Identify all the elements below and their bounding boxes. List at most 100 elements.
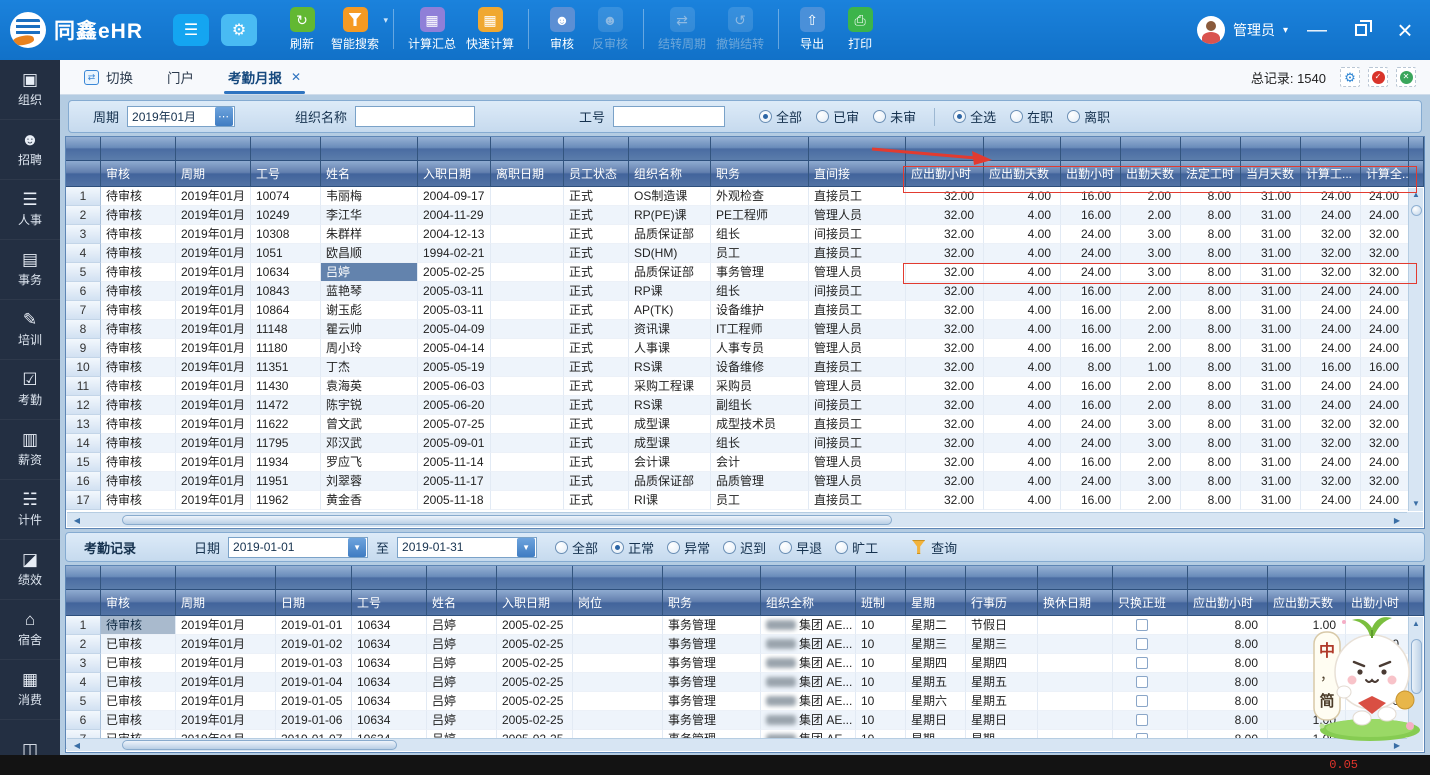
scroll-right-arrow[interactable]: ▶ — [1389, 513, 1405, 527]
query-button[interactable]: 查询 — [912, 538, 957, 557]
table-cell[interactable]: RS课 — [629, 358, 711, 377]
table-cell[interactable]: 周小玲 — [321, 339, 418, 358]
column-header[interactable]: 出勤小时 — [1346, 590, 1409, 616]
table-cell[interactable]: 正式 — [564, 434, 629, 453]
sidebar-item-training[interactable]: ✎培训 — [0, 300, 60, 360]
table-cell[interactable]: 2005-02-25 — [418, 263, 491, 282]
table-cell[interactable]: 待审核 — [101, 472, 176, 491]
table-row[interactable]: 13待审核2019年01月11622曾文武2005-07-25正式成型课成型技术… — [66, 415, 1424, 434]
checkbox-unchecked[interactable] — [1136, 714, 1148, 726]
table-cell[interactable]: 4.00 — [984, 244, 1061, 263]
table-cell[interactable] — [491, 491, 564, 510]
table-cell[interactable] — [491, 472, 564, 491]
column-header[interactable]: 应出勤小时 — [906, 161, 984, 187]
table-cell[interactable]: 8.00 — [1188, 673, 1268, 692]
radio-全选[interactable]: 全选 — [953, 107, 996, 126]
checkbox-unchecked[interactable] — [1136, 695, 1148, 707]
table-cell[interactable]: 2005-02-25 — [497, 711, 573, 730]
table-cell[interactable]: 集团 AE... — [761, 616, 856, 635]
table-cell[interactable]: 2005-04-09 — [418, 320, 491, 339]
table-cell[interactable]: 2019年01月 — [176, 187, 251, 206]
table-cell[interactable]: OS制造课 — [629, 187, 711, 206]
table-cell[interactable]: 32.00 — [906, 491, 984, 510]
table-cell[interactable]: 31.00 — [1241, 282, 1301, 301]
table-cell[interactable]: 4.00 — [984, 225, 1061, 244]
column-header[interactable]: 工号 — [352, 590, 427, 616]
table-cell[interactable]: 采购员 — [711, 377, 809, 396]
table-cell[interactable]: 24.00 — [1301, 377, 1361, 396]
table-row[interactable]: 2待审核2019年01月10249李江华2004-11-29正式RP(PE)课P… — [66, 206, 1424, 225]
scroll-thumb[interactable] — [122, 740, 397, 750]
table-cell[interactable]: 刘翠蓉 — [321, 472, 418, 491]
table-cell[interactable]: 待审核 — [101, 301, 176, 320]
table-cell[interactable]: 24.00 — [1361, 282, 1409, 301]
table-cell[interactable]: 31.00 — [1241, 358, 1301, 377]
table-cell[interactable]: 8.00 — [1181, 282, 1241, 301]
table-cell[interactable]: 2.00 — [1121, 187, 1181, 206]
table-cell[interactable]: 已审核 — [101, 654, 176, 673]
table-cell[interactable]: 陈宇锐 — [321, 396, 418, 415]
table-cell[interactable]: 32.00 — [906, 206, 984, 225]
table-cell[interactable]: 8.00 — [1181, 396, 1241, 415]
table-cell[interactable]: 8.00 — [1181, 358, 1241, 377]
calc-summary-button[interactable]: ▦计算汇总 — [408, 7, 456, 52]
table-cell[interactable]: 已审核 — [101, 692, 176, 711]
table-cell[interactable] — [1113, 673, 1188, 692]
radio-全部[interactable]: 全部 — [555, 538, 598, 557]
table-cell[interactable]: 星期五 — [906, 673, 966, 692]
table-cell[interactable]: 2019-01-04 — [276, 673, 352, 692]
table-cell[interactable]: 24.00 — [1061, 415, 1121, 434]
table-cell[interactable]: 集团 AE... — [761, 673, 856, 692]
table-cell[interactable]: 16.00 — [1061, 206, 1121, 225]
table-cell[interactable]: 32.00 — [906, 263, 984, 282]
table-cell[interactable]: 正式 — [564, 339, 629, 358]
table-cell[interactable]: 吕婷 — [427, 711, 497, 730]
table-cell[interactable] — [491, 263, 564, 282]
table-cell[interactable]: 2019年01月 — [176, 339, 251, 358]
table-cell[interactable]: 31.00 — [1241, 320, 1301, 339]
table-cell[interactable]: 管理人员 — [809, 472, 906, 491]
table-cell[interactable]: 集团 AE... — [761, 711, 856, 730]
table-cell[interactable]: 待审核 — [101, 491, 176, 510]
table-cell[interactable]: 2005-04-14 — [418, 339, 491, 358]
table-cell[interactable]: RI课 — [629, 491, 711, 510]
table-cell[interactable]: PE工程师 — [711, 206, 809, 225]
table-cell[interactable]: 李江华 — [321, 206, 418, 225]
table-cell[interactable] — [491, 225, 564, 244]
table-cell[interactable]: 32.00 — [906, 377, 984, 396]
table-cell[interactable]: 32.00 — [906, 396, 984, 415]
table-cell[interactable]: 已审核 — [101, 635, 176, 654]
table-cell[interactable] — [1113, 711, 1188, 730]
table-cell[interactable]: 韦丽梅 — [321, 187, 418, 206]
checkbox-unchecked[interactable] — [1136, 638, 1148, 650]
table-cell[interactable]: 32.00 — [906, 358, 984, 377]
column-header[interactable]: 出勤天数 — [1121, 161, 1181, 187]
table-cell[interactable]: 副组长 — [711, 396, 809, 415]
table-cell[interactable]: 2019-01-06 — [276, 711, 352, 730]
table-cell[interactable]: 16.00 — [1061, 396, 1121, 415]
table-cell[interactable]: 成型课 — [629, 434, 711, 453]
sidebar-item-hr[interactable]: ☰人事 — [0, 180, 60, 240]
date-to-field[interactable]: 2019-01-31 ▼ — [397, 537, 537, 558]
table-cell[interactable]: 32.00 — [1301, 434, 1361, 453]
table-cell[interactable]: 星期五 — [966, 673, 1038, 692]
table-cell[interactable]: 袁海英 — [321, 377, 418, 396]
column-header[interactable]: 换休日期 — [1038, 590, 1113, 616]
period-field[interactable]: 2019年01月 ⋯ — [127, 106, 235, 127]
table-row[interactable]: 5待审核2019年01月10634吕婷2005-02-25正式品质保证部事务管理… — [66, 263, 1424, 282]
table-cell[interactable]: 4.00 — [984, 339, 1061, 358]
table-cell[interactable]: 设备维修 — [711, 358, 809, 377]
radio-全部[interactable]: 全部 — [759, 107, 802, 126]
radio-异常[interactable]: 异常 — [667, 538, 710, 557]
table-row[interactable]: 9待审核2019年01月11180周小玲2005-04-14正式人事课人事专员管… — [66, 339, 1424, 358]
table-cell[interactable]: 2019年01月 — [176, 491, 251, 510]
table-cell[interactable]: 直接员工 — [809, 244, 906, 263]
table-cell[interactable] — [1113, 654, 1188, 673]
table-cell[interactable]: 16.00 — [1061, 377, 1121, 396]
table-cell[interactable]: 31.00 — [1241, 377, 1301, 396]
sidebar-item-org[interactable]: ▣组织 — [0, 60, 60, 120]
table-cell[interactable]: 直接员工 — [809, 415, 906, 434]
table-cell[interactable]: 8.00 — [1346, 673, 1409, 692]
table-cell[interactable]: 16.00 — [1061, 491, 1121, 510]
empno-input[interactable] — [613, 106, 725, 127]
